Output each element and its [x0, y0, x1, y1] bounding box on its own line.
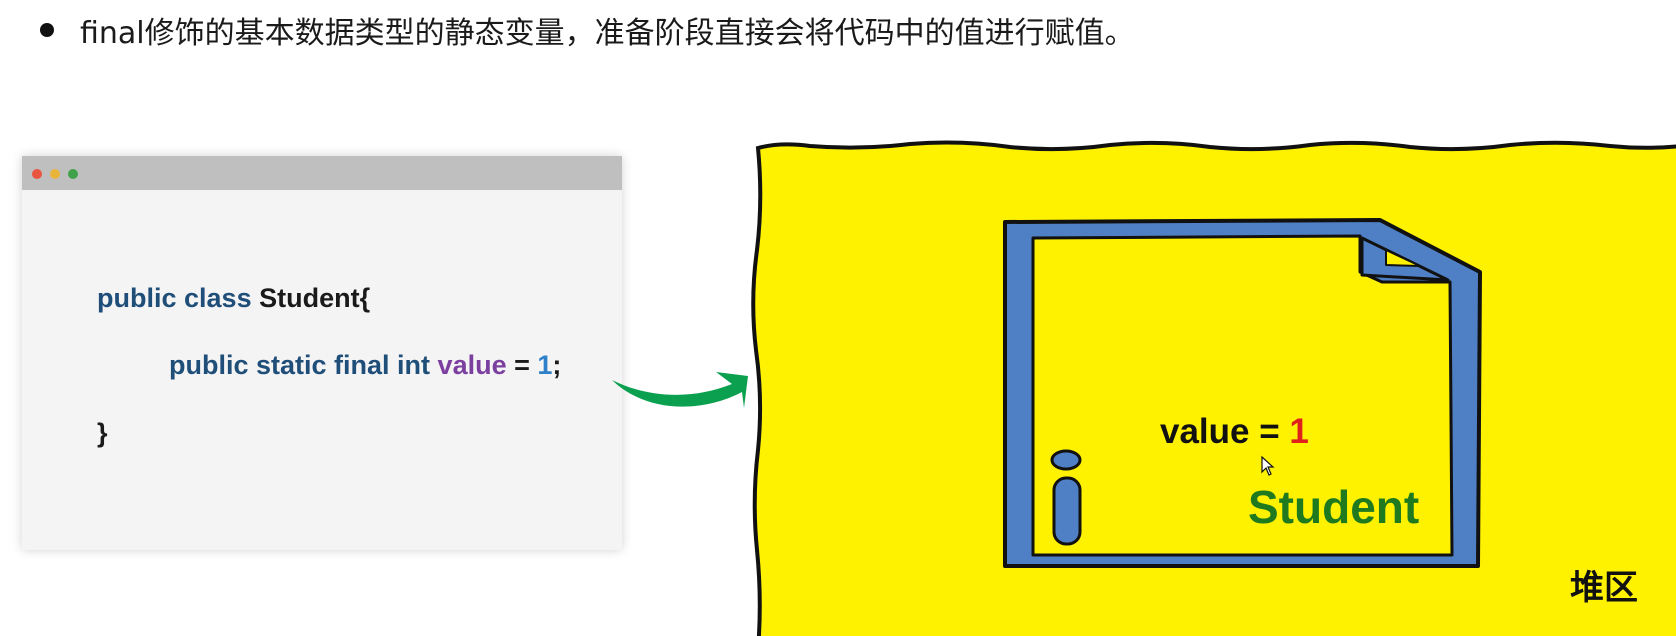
- curved-arrow-icon: [612, 372, 748, 408]
- info-icon: [1050, 449, 1082, 546]
- field-value-number: 1: [1289, 412, 1309, 451]
- mouse-cursor-icon: [1261, 455, 1275, 476]
- field-name-text: value =: [1160, 412, 1290, 451]
- object-class-name: Student: [1248, 481, 1420, 533]
- heap-region-label: 堆区: [1570, 568, 1638, 608]
- diagram-canvas: [612, 140, 1676, 636]
- field-value-label: value = 1: [1160, 412, 1309, 452]
